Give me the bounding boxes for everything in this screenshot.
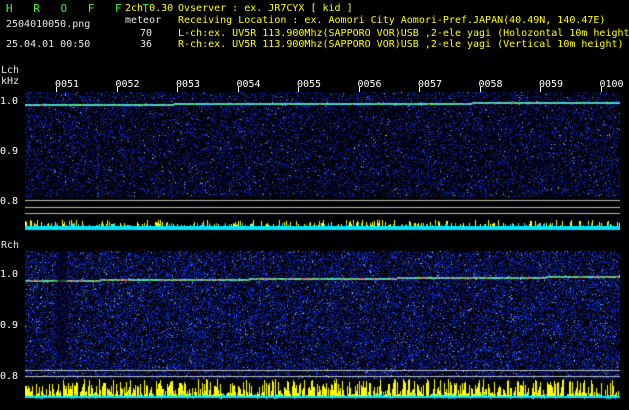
rch-spectrogram-canvas [25,251,620,400]
time-tick-0059 [540,87,541,92]
time-label-0051: 0051 [55,79,80,90]
lch-ytick-0-8: 0.8 [0,196,19,207]
time-label-0058: 0058 [478,79,503,90]
rch-ytick-0-9: 0.9 [0,320,19,331]
lch-ytick-1-0: 1.0 [0,96,19,107]
time-tick-0057 [419,87,420,92]
time-label-0055: 0055 [297,79,322,90]
khz-unit-label: kHz [1,76,20,87]
lch-ytick-0-9: 0.9 [0,146,19,157]
time-label-0059: 0059 [539,79,564,90]
datetime: 25.04.01 00:50 [6,39,91,50]
time-label-0053: 0053 [176,79,201,90]
time-tick-0052 [116,87,118,92]
time-tick-0053 [177,87,178,92]
lch-spectrogram-canvas [25,92,620,232]
time-label-0057: 0057 [418,79,443,90]
time-tick-0055 [298,87,299,92]
time-label-0100: 0100 [599,79,624,90]
meteor-label: meteor [125,15,162,26]
rch-ytick-0-8: 0.8 [0,371,19,382]
time-label-0052: 0052 [115,79,140,90]
location-info: Receiving Location : ex. Aomori City Aom… [178,15,606,26]
rch-ytick-1-0: 1.0 [0,269,19,280]
rch-info: R-ch:ex. UV5R 113.900Mhz(SAPPORO VOR)USB… [178,39,624,50]
time-tick-0100 [600,87,602,92]
time-tick-0058 [479,87,481,92]
time-label-0056: 0056 [357,79,382,90]
filename: 2504010050.png [6,19,91,30]
rch-label: Rch [1,240,20,251]
lch-spectrogram [25,92,620,232]
time-tick-0051 [56,87,57,92]
observer-info: Ovserver : ex. JR7CYX [ kid ] [178,3,353,14]
mode-label: 2ch 0.30 [125,3,174,14]
time-tick-0056 [358,87,360,92]
rch-spectrogram [25,251,620,400]
rch-meteor-count: 36 [140,39,153,50]
time-tick-0054 [237,87,239,92]
time-label-0054: 0054 [236,79,261,90]
